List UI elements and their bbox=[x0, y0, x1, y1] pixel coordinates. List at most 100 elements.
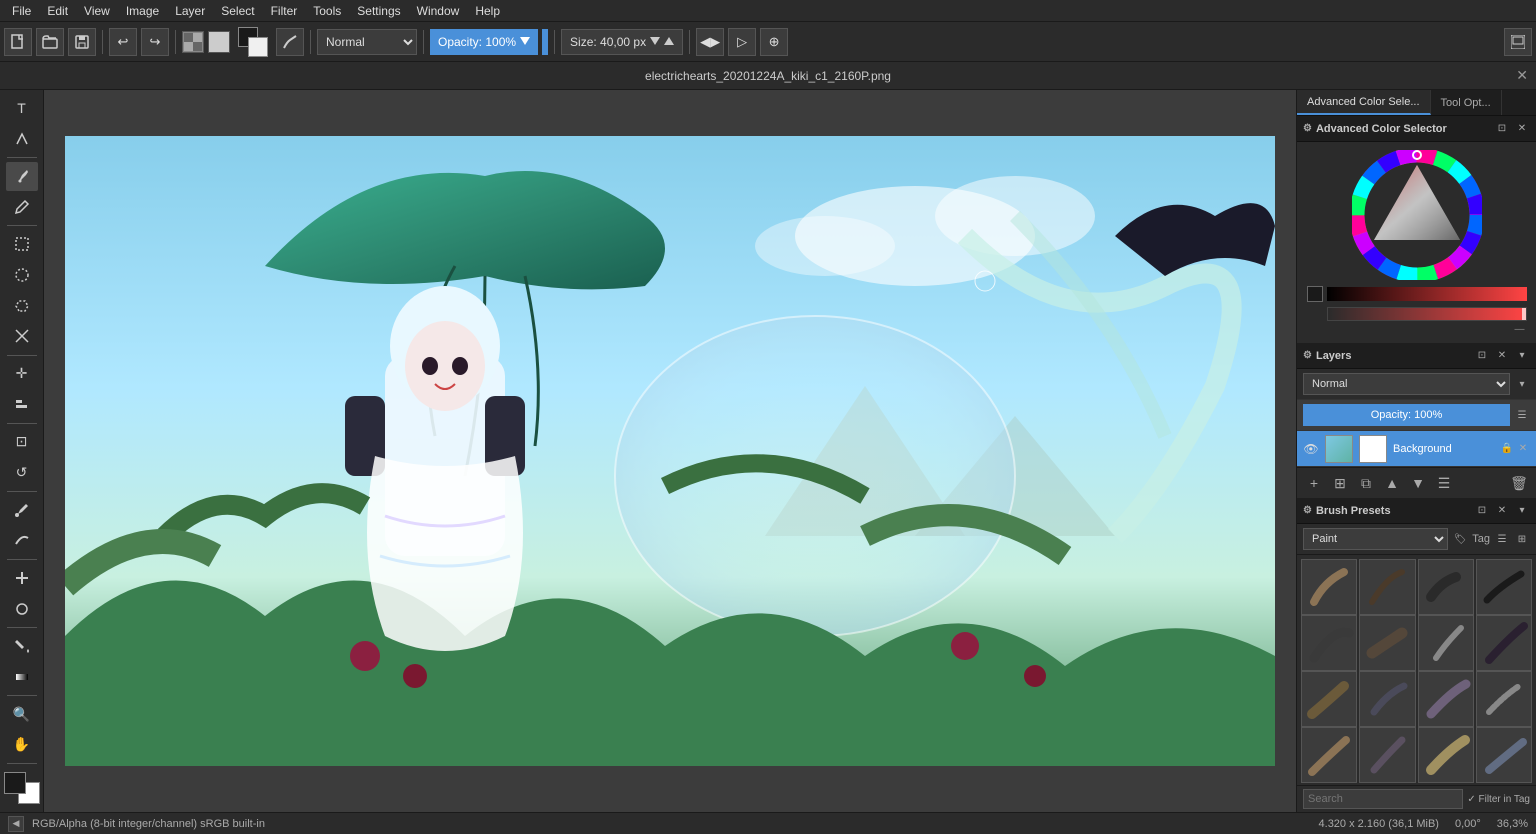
window-settings-button[interactable] bbox=[1504, 28, 1532, 56]
status-menu-button[interactable]: ◀ bbox=[8, 816, 24, 832]
color-picker-tool[interactable] bbox=[6, 496, 38, 525]
text-tool[interactable]: T bbox=[6, 94, 38, 123]
menu-layer[interactable]: Layer bbox=[167, 0, 213, 21]
brush-item[interactable] bbox=[1359, 559, 1415, 615]
brush-item[interactable] bbox=[1418, 727, 1474, 783]
pattern-button[interactable] bbox=[182, 31, 204, 53]
hue-gradient-bar[interactable] bbox=[1327, 287, 1527, 301]
save-button[interactable] bbox=[68, 28, 96, 56]
pan-tool[interactable]: ✋ bbox=[6, 730, 38, 759]
paint-dynamics-button[interactable] bbox=[276, 28, 304, 56]
free-select-tool[interactable] bbox=[6, 291, 38, 320]
menu-settings[interactable]: Settings bbox=[349, 0, 408, 21]
close-document-button[interactable]: ✕ bbox=[1516, 67, 1528, 84]
foreground-color-indicator[interactable] bbox=[4, 772, 26, 794]
crop-tool[interactable]: ⊡ bbox=[6, 428, 38, 457]
rotate-button[interactable]: ⊕ bbox=[760, 28, 788, 56]
brush-category-select[interactable]: Paint bbox=[1303, 528, 1448, 550]
brush-search-input[interactable] bbox=[1303, 789, 1463, 809]
menu-file[interactable]: File bbox=[4, 0, 39, 21]
opacity-control[interactable]: Opacity: 100% bbox=[430, 29, 538, 55]
duplicate-layer-button[interactable]: ⧉ bbox=[1355, 472, 1377, 494]
tab-advanced-color[interactable]: Advanced Color Sele... bbox=[1297, 90, 1431, 115]
layers-blend-mode[interactable]: Normal bbox=[1303, 373, 1510, 395]
menu-view[interactable]: View bbox=[76, 0, 118, 21]
flip-vertical-button[interactable]: ▷ bbox=[728, 28, 756, 56]
align-tool[interactable] bbox=[6, 390, 38, 419]
rect-select-tool[interactable] bbox=[6, 230, 38, 259]
smudge-tool[interactable] bbox=[6, 526, 38, 555]
paintbrush-tool[interactable] bbox=[6, 162, 38, 191]
layer-delete-icon[interactable]: ✕ bbox=[1516, 442, 1530, 456]
delete-layer-button[interactable]: 🗑 bbox=[1508, 472, 1530, 494]
ellipse-select-tool[interactable] bbox=[6, 261, 38, 290]
layers-opacity-menu[interactable]: ☰ bbox=[1514, 407, 1530, 423]
brush-item[interactable] bbox=[1476, 615, 1532, 671]
brush-item[interactable] bbox=[1418, 615, 1474, 671]
opacity-resize-handle[interactable] bbox=[542, 29, 548, 55]
blend-mode-select[interactable]: Normal bbox=[317, 29, 417, 55]
brush-item[interactable] bbox=[1359, 615, 1415, 671]
dodge-tool[interactable] bbox=[6, 594, 38, 623]
brush-item[interactable] bbox=[1359, 671, 1415, 727]
brush-presets-detach[interactable]: ⊡ bbox=[1474, 503, 1490, 519]
brush-grid-view[interactable]: ⊞ bbox=[1514, 531, 1530, 547]
layer-item-background[interactable]: 👁 Background 🔒 ✕ bbox=[1297, 431, 1536, 467]
menu-window[interactable]: Window bbox=[409, 0, 468, 21]
color-wheel-container[interactable] bbox=[1352, 150, 1482, 280]
menu-image[interactable]: Image bbox=[118, 0, 167, 21]
undo-button[interactable]: ↩ bbox=[109, 28, 137, 56]
anchor-layer-button[interactable]: ☰ bbox=[1433, 472, 1455, 494]
brush-item[interactable] bbox=[1359, 727, 1415, 783]
foreground-swatch-small[interactable] bbox=[1307, 286, 1323, 302]
background-color[interactable] bbox=[248, 37, 268, 57]
color-selector-detach[interactable]: ⊡ bbox=[1494, 121, 1510, 137]
add-group-button[interactable]: ⊞ bbox=[1329, 472, 1351, 494]
solid-button[interactable] bbox=[208, 31, 230, 53]
open-button[interactable] bbox=[36, 28, 64, 56]
color-selector-close[interactable]: ✕ bbox=[1514, 121, 1530, 137]
scissors-tool[interactable] bbox=[6, 322, 38, 351]
heal-tool[interactable] bbox=[6, 564, 38, 593]
tab-tool-options[interactable]: Tool Opt... bbox=[1431, 90, 1502, 115]
rotate-tool[interactable]: ↺ bbox=[6, 458, 38, 487]
brush-item[interactable] bbox=[1301, 615, 1357, 671]
brush-item[interactable] bbox=[1418, 671, 1474, 727]
bucket-fill-tool[interactable] bbox=[6, 632, 38, 661]
move-layer-up-button[interactable]: ▲ bbox=[1381, 472, 1403, 494]
redo-button[interactable]: ↪ bbox=[141, 28, 169, 56]
brush-item[interactable] bbox=[1301, 559, 1357, 615]
brush-item[interactable] bbox=[1301, 671, 1357, 727]
size-control[interactable]: Size: 40,00 px bbox=[561, 29, 683, 55]
canvas-wrapper[interactable]: Tyson Tan... bbox=[65, 136, 1275, 766]
layers-menu[interactable]: ▾ bbox=[1514, 348, 1530, 364]
add-layer-button[interactable]: + bbox=[1303, 472, 1325, 494]
blend-tool[interactable] bbox=[6, 662, 38, 691]
tag-icon[interactable]: 🏷 bbox=[1452, 531, 1468, 547]
menu-filter[interactable]: Filter bbox=[263, 0, 306, 21]
brush-item[interactable] bbox=[1476, 559, 1532, 615]
brush-presets-close[interactable]: ✕ bbox=[1494, 503, 1510, 519]
paths-tool[interactable] bbox=[6, 125, 38, 154]
layers-close[interactable]: ✕ bbox=[1494, 348, 1510, 364]
layers-blend-menu[interactable]: ▾ bbox=[1514, 376, 1530, 392]
move-layer-down-button[interactable]: ▼ bbox=[1407, 472, 1429, 494]
menu-select[interactable]: Select bbox=[213, 0, 262, 21]
brush-list-view[interactable]: ☰ bbox=[1494, 531, 1510, 547]
layer-visibility-toggle[interactable]: 👁 bbox=[1303, 441, 1319, 457]
flip-horizontal-button[interactable]: ◀▶ bbox=[696, 28, 724, 56]
layers-opacity-button[interactable]: Opacity: 100% bbox=[1303, 404, 1510, 426]
layers-detach[interactable]: ⊡ bbox=[1474, 348, 1490, 364]
layer-lock-icon[interactable]: 🔒 bbox=[1500, 442, 1514, 456]
brush-item[interactable] bbox=[1301, 727, 1357, 783]
menu-edit[interactable]: Edit bbox=[39, 0, 76, 21]
zoom-tool[interactable]: 🔍 bbox=[6, 700, 38, 729]
brush-item[interactable] bbox=[1476, 671, 1532, 727]
new-file-button[interactable] bbox=[4, 28, 32, 56]
brush-item[interactable] bbox=[1418, 559, 1474, 615]
move-tool[interactable]: ✛ bbox=[6, 359, 38, 388]
menu-help[interactable]: Help bbox=[467, 0, 508, 21]
alpha-bar[interactable] bbox=[1327, 307, 1527, 321]
brush-presets-menu[interactable]: ▾ bbox=[1514, 503, 1530, 519]
brush-item[interactable] bbox=[1476, 727, 1532, 783]
